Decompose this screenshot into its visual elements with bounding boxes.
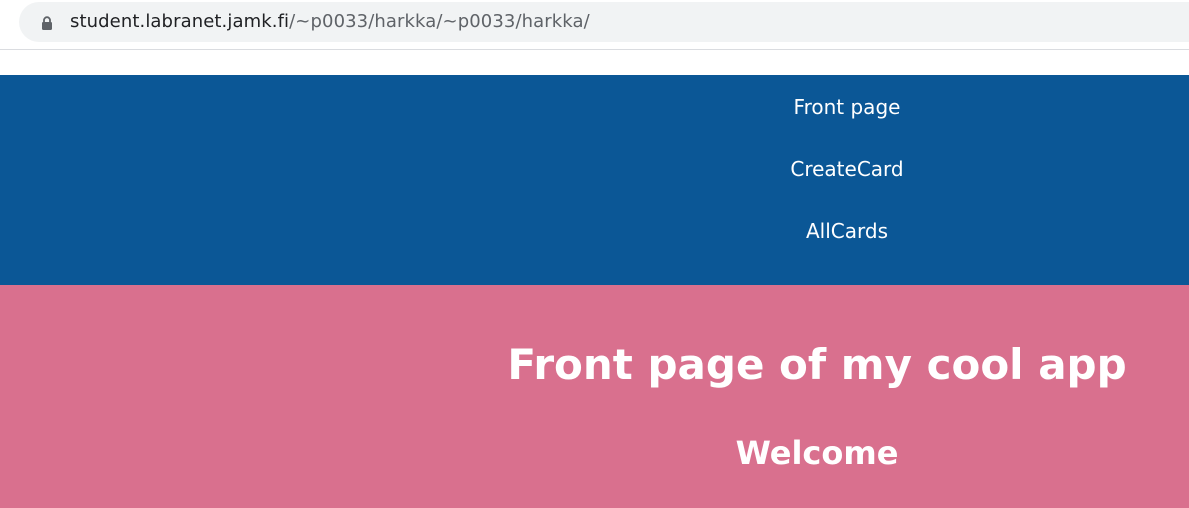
url-path: /~p0033/harkka/~p0033/harkka/	[289, 11, 590, 32]
main-navigation: Front page CreateCard AllCards	[0, 75, 1189, 285]
address-bar[interactable]: student.labranet.jamk.fi/~p0033/harkka/~…	[19, 2, 1189, 42]
main-content: Front page of my cool app Welcome	[0, 285, 1189, 508]
page-title: Front page of my cool app	[507, 340, 1127, 389]
nav-link-all-cards[interactable]: AllCards	[747, 219, 947, 243]
nav-link-front-page[interactable]: Front page	[747, 95, 947, 119]
nav-link-create-card[interactable]: CreateCard	[747, 157, 947, 181]
url-host: student.labranet.jamk.fi	[70, 11, 290, 32]
browser-toolbar: student.labranet.jamk.fi/~p0033/harkka/~…	[0, 0, 1189, 50]
url-text[interactable]: student.labranet.jamk.fi/~p0033/harkka/~…	[70, 11, 590, 33]
welcome-heading: Welcome	[735, 434, 899, 472]
lock-icon[interactable]	[41, 16, 53, 30]
